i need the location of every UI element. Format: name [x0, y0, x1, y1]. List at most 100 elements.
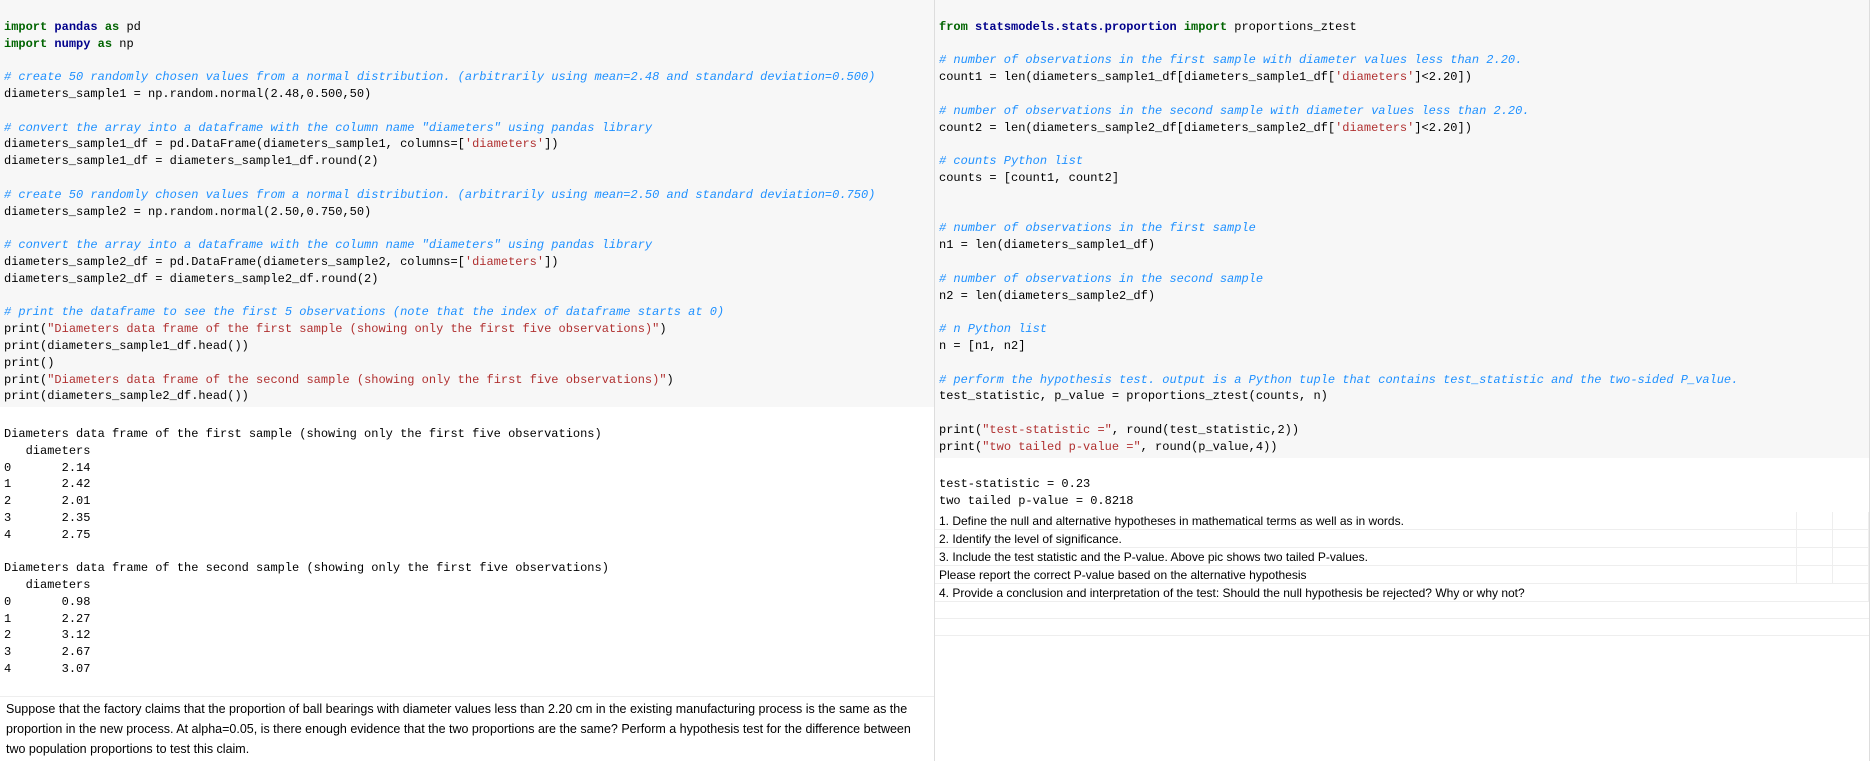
grid-cell[interactable]	[1833, 512, 1869, 529]
grid-row[interactable]: Please report the correct P-value based …	[935, 566, 1869, 584]
output-row-idx: 0	[4, 461, 11, 475]
code-comment: # number of observations in the first sa…	[939, 53, 1522, 67]
code-line: , round(test_statistic,2))	[1112, 423, 1299, 437]
keyword-import: import	[4, 37, 47, 51]
code-line: print(	[939, 440, 982, 454]
code-line: counts = [count1, count2]	[939, 171, 1119, 185]
output-line: two tailed p-value = 0.8218	[939, 494, 1133, 508]
keyword-as: as	[98, 37, 112, 51]
output-line: test-statistic = 0.23	[939, 477, 1090, 491]
task-item[interactable]: 1. Define the null and alternative hypot…	[935, 512, 1797, 529]
string-literal: "Diameters data frame of the first sampl…	[47, 322, 659, 336]
output-row-idx: 4	[4, 528, 11, 542]
output-row-val: 2.01	[18, 494, 90, 508]
keyword-import: import	[1184, 20, 1227, 34]
blank-row	[0, 680, 934, 697]
keyword-import: import	[4, 20, 47, 34]
grid-row[interactable]: 3. Include the test statistic and the P-…	[935, 548, 1869, 566]
task-item[interactable]: 2. Identify the level of significance.	[935, 530, 1797, 547]
left-code-cell[interactable]: import pandas as pd import numpy as np #…	[0, 0, 934, 407]
code-line: test_statistic, p_value = proportions_zt…	[939, 389, 1328, 403]
grid-row[interactable]: 4. Provide a conclusion and interpretati…	[935, 584, 1869, 602]
output-row-val: 2.14	[18, 461, 90, 475]
output-col-header: diameters	[4, 578, 90, 592]
code-line: print(	[4, 373, 47, 387]
grid-row[interactable]: 1. Define the null and alternative hypot…	[935, 512, 1869, 530]
output-row-val: 0.98	[18, 595, 90, 609]
code-line: print(diameters_sample1_df.head())	[4, 339, 249, 353]
code-comment: # convert the array into a dataframe wit…	[4, 121, 652, 135]
output-row-idx: 2	[4, 494, 11, 508]
code-line: diameters_sample1 = np.random.normal(2.4…	[4, 87, 371, 101]
task-grid: 1. Define the null and alternative hypot…	[935, 512, 1869, 636]
task-item[interactable]: 3. Include the test statistic and the P-…	[935, 548, 1797, 565]
code-line: )	[667, 373, 674, 387]
code-line: diameters_sample1_df = pd.DataFrame(diam…	[4, 137, 465, 151]
code-comment: # print the dataframe to see the first 5…	[4, 305, 724, 319]
code-line: n2 = len(diameters_sample2_df)	[939, 289, 1155, 303]
output-row-idx: 1	[4, 477, 11, 491]
left-question-text: Suppose that the factory claims that the…	[0, 697, 934, 761]
code-line: diameters_sample1_df = diameters_sample1…	[4, 154, 378, 168]
code-line: count1 = len(diameters_sample1_df[diamet…	[939, 70, 1335, 84]
code-line: print(diameters_sample2_df.head())	[4, 389, 249, 403]
grid-row[interactable]	[935, 602, 1869, 619]
task-item[interactable]: Please report the correct P-value based …	[935, 566, 1797, 583]
right-pane: from statsmodels.stats.proportion import…	[935, 0, 1870, 761]
code-line: , round(p_value,4))	[1141, 440, 1278, 454]
keyword-as: as	[105, 20, 119, 34]
output-row-val: 2.35	[18, 511, 90, 525]
output-row-val: 2.42	[18, 477, 90, 491]
grid-cell[interactable]	[1797, 566, 1833, 583]
code-comment: # create 50 randomly chosen values from …	[4, 70, 875, 84]
grid-cell[interactable]	[1833, 566, 1869, 583]
string-literal: 'diameters'	[465, 137, 544, 151]
keyword-from: from	[939, 20, 968, 34]
code-line: n1 = len(diameters_sample1_df)	[939, 238, 1155, 252]
code-comment: # create 50 randomly chosen values from …	[4, 188, 875, 202]
output-row-val: 2.27	[18, 612, 90, 626]
grid-cell[interactable]	[1833, 530, 1869, 547]
output-header: Diameters data frame of the first sample…	[4, 427, 602, 441]
alias-np: np	[119, 37, 133, 51]
grid-row[interactable]: 2. Identify the level of significance.	[935, 530, 1869, 548]
module-numpy: numpy	[54, 37, 90, 51]
code-comment: # number of observations in the second s…	[939, 272, 1263, 286]
grid-cell[interactable]	[1797, 512, 1833, 529]
grid-cell[interactable]	[1833, 548, 1869, 565]
output-row-idx: 1	[4, 612, 11, 626]
output-row-val: 2.67	[18, 645, 90, 659]
code-line: ]<2.20])	[1414, 70, 1472, 84]
string-literal: "test-statistic ="	[982, 423, 1112, 437]
code-line: n = [n1, n2]	[939, 339, 1025, 353]
code-comment: # n Python list	[939, 322, 1047, 336]
grid-cell[interactable]	[1797, 548, 1833, 565]
module-pandas: pandas	[54, 20, 97, 34]
code-comment: # number of observations in the second s…	[939, 104, 1530, 118]
string-literal: 'diameters'	[1335, 121, 1414, 135]
string-literal: "two tailed p-value ="	[982, 440, 1140, 454]
output-row-idx: 0	[4, 595, 11, 609]
code-line: count2 = len(diameters_sample2_df[diamet…	[939, 121, 1335, 135]
task-item[interactable]: 4. Provide a conclusion and interpretati…	[935, 584, 1869, 601]
module-statsmodels: statsmodels.stats.proportion	[975, 20, 1177, 34]
code-comment: # number of observations in the first sa…	[939, 221, 1256, 235]
code-line: print(	[4, 322, 47, 336]
code-comment: # counts Python list	[939, 154, 1083, 168]
code-line: print(	[939, 423, 982, 437]
output-row-idx: 3	[4, 511, 11, 525]
output-row-val: 3.12	[18, 628, 90, 642]
string-literal: 'diameters'	[465, 255, 544, 269]
grid-cell[interactable]	[1797, 530, 1833, 547]
output-row-val: 3.07	[18, 662, 90, 676]
code-comment: # perform the hypothesis test. output is…	[939, 373, 1738, 387]
right-code-cell[interactable]: from statsmodels.stats.proportion import…	[935, 0, 1869, 458]
right-output-cell: test-statistic = 0.23 two tailed p-value…	[935, 458, 1869, 512]
code-line: ])	[544, 255, 558, 269]
code-line: print()	[4, 356, 54, 370]
grid-row[interactable]	[935, 619, 1869, 636]
output-row-idx: 3	[4, 645, 11, 659]
code-line: diameters_sample2_df = pd.DataFrame(diam…	[4, 255, 465, 269]
output-row-idx: 4	[4, 662, 11, 676]
left-output-cell: Diameters data frame of the first sample…	[0, 407, 934, 680]
